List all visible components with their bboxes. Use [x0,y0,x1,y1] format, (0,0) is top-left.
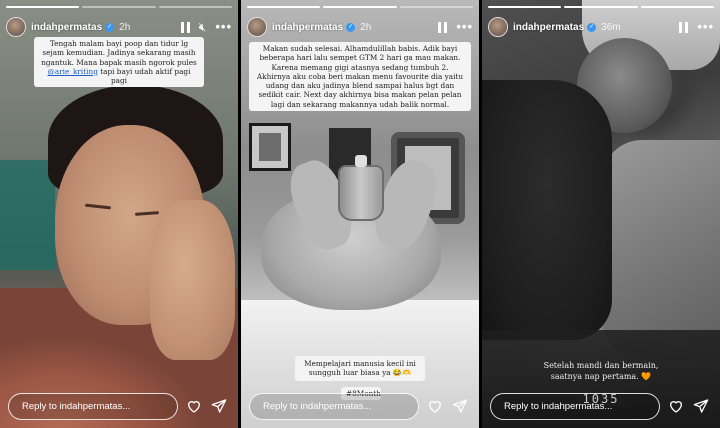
story-caption: Makan sudah selesai. Alhamdulillah babis… [249,42,471,112]
story-caption: Setelah mandi dan bermain, saatnya nap p… [543,361,659,381]
pause-icon[interactable] [438,21,448,33]
send-icon[interactable] [211,398,227,414]
username[interactable]: indahpermatas [513,22,584,33]
story-panel-3[interactable]: indahpermatas ✓ 36m ••• Setelah mandi da… [482,0,720,428]
story-header: indahpermatas ✓ 36m ••• [488,14,714,40]
story-header: indahpermatas ✓ 2h ••• [247,14,473,40]
story-panel-1[interactable]: indahpermatas ✓ 2h 🔇︎ ••• Tengah malam b… [0,0,238,428]
username[interactable]: indahpermatas [31,22,102,33]
avatar[interactable] [6,17,26,37]
heart-icon[interactable] [186,398,202,414]
more-options-icon[interactable]: ••• [215,20,232,33]
verified-badge-icon: ✓ [105,22,115,32]
more-options-icon[interactable]: ••• [456,20,473,33]
pause-icon[interactable] [180,21,190,33]
story-progress [6,6,232,8]
reply-input[interactable]: Reply to indahpermatas... [249,393,419,420]
reply-input[interactable]: Reply to indahpermatas... [490,393,660,420]
story-progress [488,6,714,8]
heart-icon[interactable] [427,398,443,414]
avatar[interactable] [247,17,267,37]
story-progress [247,6,473,8]
mention-link[interactable]: @arie_kriting [48,67,98,76]
avatar[interactable] [488,17,508,37]
story-overlay-text: Mempelajari manusia kecil ini sungguh lu… [295,356,425,381]
story-strip: indahpermatas ✓ 2h 🔇︎ ••• Tengah malam b… [0,0,720,428]
post-time: 2h [360,21,372,33]
post-time: 36m [601,21,621,33]
story-caption: Tengah malam bayi poop dan tidur lg seja… [34,37,204,88]
reply-input[interactable]: Reply to indahpermatas... [8,393,178,420]
verified-badge-icon: ✓ [587,22,597,32]
mute-icon[interactable]: 🔇︎ [199,21,207,33]
verified-badge-icon: ✓ [346,22,356,32]
story-panel-2[interactable]: indahpermatas ✓ 2h ••• Makan sudah seles… [241,0,479,428]
more-options-icon[interactable]: ••• [697,20,714,33]
heart-icon[interactable] [668,398,684,414]
send-icon[interactable] [452,398,468,414]
post-time: 2h [119,21,131,33]
username[interactable]: indahpermatas [272,22,343,33]
pause-icon[interactable] [679,21,689,33]
send-icon[interactable] [693,398,709,414]
